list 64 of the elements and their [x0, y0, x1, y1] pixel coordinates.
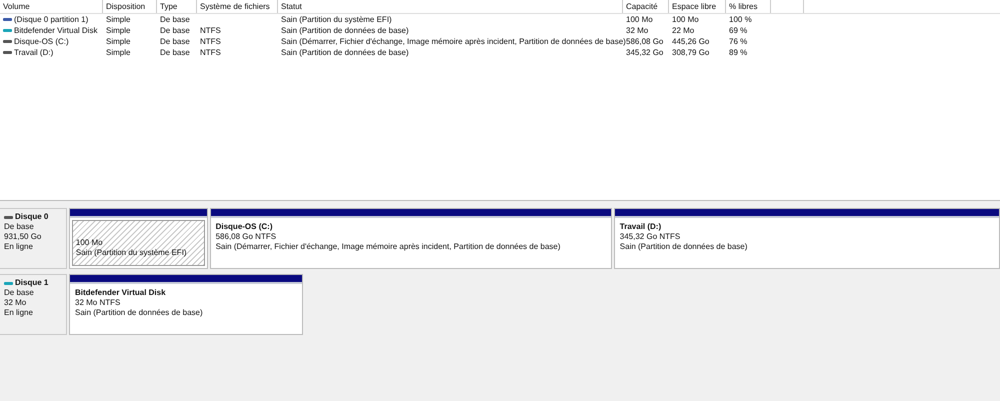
column-header[interactable]: Système de fichiers — [197, 0, 278, 13]
table-cell: De base — [160, 47, 190, 58]
partition-title: Bitdefender Virtual Disk — [75, 288, 167, 298]
table-cell: De base — [160, 25, 190, 36]
table-cell: NTFS — [200, 25, 221, 36]
partition-block[interactable]: Travail (D:) 345,32 Go NTFS Sain (Partition de données de base) — [614, 208, 1000, 269]
partition-info: Sain (Partition de données de base) — [75, 308, 204, 318]
table-cell: 69 % — [729, 25, 748, 36]
table-cell: 89 % — [729, 47, 748, 58]
column-header[interactable]: % libres — [726, 0, 771, 13]
disk-name: Disque 0 — [15, 212, 48, 222]
table-cell: 22 Mo — [672, 25, 694, 36]
partition-block[interactable]: Disque-OS (C:) 586,08 Go NTFS Sain (Démarrer, Fichier d'échange, Image mémoire après incident, Partition de données de base) — [210, 208, 612, 269]
table-cell: NTFS — [200, 36, 221, 47]
table-cell: 100 Mo — [672, 14, 699, 25]
partition-title: Disque-OS (C:) — [216, 222, 274, 232]
table-cell: 76 % — [729, 36, 748, 47]
disk-info: De base — [4, 222, 35, 232]
disk-info: En ligne — [4, 242, 34, 252]
table-cell: Simple — [106, 36, 130, 47]
table-cell: Sain (Partition de données de base) — [281, 25, 409, 36]
table-cell: (Disque 0 partition 1) — [14, 14, 88, 25]
partition-info: Sain (Démarrer, Fichier d'échange, Image mémoire après incident, Partition de données de base) — [216, 242, 562, 252]
column-header[interactable]: Statut — [278, 0, 623, 13]
partition-block[interactable]: 100 Mo Sain (Partition du système EFI) — [68, 208, 208, 269]
table-cell: Bitdefender Virtual Disk — [14, 25, 98, 36]
column-header[interactable]: Disposition — [103, 0, 157, 13]
disk-label-panel[interactable]: Disque 1 De base 32 Mo En ligne — [0, 274, 67, 335]
table-cell: Simple — [106, 25, 130, 36]
table-cell: 100 Mo — [626, 14, 653, 25]
table-cell: NTFS — [200, 47, 221, 58]
table-cell: De base — [160, 14, 190, 25]
table-cell: 32 Mo — [626, 25, 648, 36]
disk-label-panel[interactable]: Disque 0 De base 931,50 Go En ligne — [0, 208, 67, 269]
column-header[interactable]: Volume — [0, 0, 103, 13]
table-cell: Sain (Partition du système EFI) — [281, 14, 392, 25]
partition-info: 32 Mo NTFS — [75, 298, 122, 308]
partition-block[interactable]: Bitdefender Virtual Disk 32 Mo NTFS Sain (Partition de données de base) — [69, 274, 303, 335]
disk-info: De base — [4, 288, 35, 298]
partition-info: 586,08 Go NTFS — [216, 232, 278, 242]
partition-info: 100 Mo — [76, 238, 104, 248]
table-cell: De base — [160, 36, 190, 47]
partition-info: Sain (Partition de données de base) — [620, 242, 748, 252]
table-cell: 308,79 Go — [672, 47, 710, 58]
table-cell: 586,08 Go — [626, 36, 664, 47]
column-header[interactable]: Type — [157, 0, 197, 13]
table-cell: Simple — [106, 14, 130, 25]
table-cell: Sain (Démarrer, Fichier d'échange, Image mémoire après incident, Partition de données de base) — [281, 36, 626, 47]
table-cell: Disque-OS (C:) — [14, 36, 69, 47]
table-cell: 100 % — [729, 14, 752, 25]
disk-info: 931,50 Go — [4, 232, 42, 242]
table-cell: Simple — [106, 47, 130, 58]
partition-info: 345,32 Go NTFS — [620, 232, 682, 242]
partition-info: Sain (Partition du système EFI) — [76, 248, 188, 258]
table-cell: 445,26 Go — [672, 36, 710, 47]
table-cell: Sain (Partition de données de base) — [281, 47, 409, 58]
column-header[interactable]: Capacité — [623, 0, 669, 13]
table-cell: Travail (D:) — [14, 47, 54, 58]
disk-info: En ligne — [4, 308, 34, 318]
disk-info: 32 Mo — [4, 298, 28, 308]
table-cell: 345,32 Go — [626, 47, 664, 58]
disk-name: Disque 1 — [15, 278, 48, 288]
partition-title: Travail (D:) — [620, 222, 662, 232]
column-header[interactable]: Espace libre — [669, 0, 726, 13]
